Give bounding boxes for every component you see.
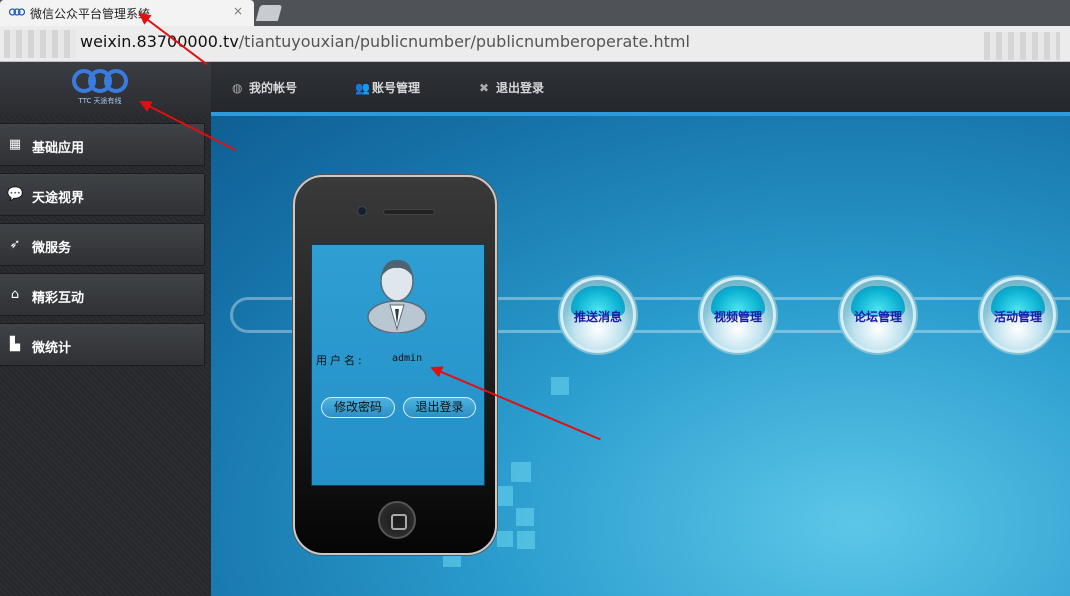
module-push-message[interactable]: 推送消息 [560,277,636,353]
tab-close-icon[interactable]: × [233,4,243,18]
module-label: 推送消息 [573,310,622,324]
decorative-square [511,462,531,482]
decorative-square [443,553,461,567]
nav-label: 退出登录 [496,81,545,95]
sidebar-item-label: 微统计 [32,341,72,356]
blurred-nav-buttons [4,30,76,58]
url-text[interactable]: weixin.83700000.tv/tiantuyouxian/publicn… [80,32,690,51]
sidebar-item-statistics[interactable]: ▙ 微统计 [0,323,205,366]
chat-bubbles-icon: 💬 [7,187,24,202]
sidebar-item-micro-service[interactable]: ➶ 微服务 [0,223,205,266]
new-tab-button[interactable] [255,5,283,21]
module-forum-management[interactable]: 论坛管理 [840,277,916,353]
close-x-icon: ✖ [479,81,490,95]
nav-logout[interactable]: ✖ 退出登录 [479,79,544,96]
blurred-toolbar [984,32,1060,60]
username-value: admin [392,353,423,364]
users-icon: 👥 [355,81,370,95]
sidebar-item-label: 微服务 [32,241,72,256]
sidebar-item-tiantu-view[interactable]: 💬 天途视界 [0,173,205,216]
nav-my-account[interactable]: ◍ 我的帐号 [232,79,297,96]
change-password-button[interactable]: 修改密码 [321,397,395,418]
module-video-management[interactable]: 视频管理 [700,277,776,353]
url-host: weixin.83700000.tv [80,32,239,51]
phone-speaker [383,209,435,215]
globe-icon: ◍ [232,81,243,95]
logo-text: TTC 天途有线 [77,96,121,105]
module-label: 活动管理 [993,310,1042,324]
phone-home-button [378,501,416,539]
decorative-square [497,531,513,547]
grid-icon: ▦ [8,137,22,152]
module-activity-management[interactable]: 活动管理 [980,277,1056,353]
phone-camera [357,206,367,216]
decorative-square [516,508,534,526]
module-label: 论坛管理 [853,310,902,324]
url-path: /tiantuyouxian/publicnumber/publicnumber… [238,32,690,51]
nav-label: 账号管理 [372,81,421,95]
sidebar-item-interaction[interactable]: ⌂ 精彩互动 [0,273,205,316]
decorative-square [517,531,535,549]
ttc-favicon-icon [9,8,25,16]
user-avatar-icon [367,259,427,333]
sidebar-item-basic-apps[interactable]: ▦ 基础应用 [0,123,205,166]
username-label: 用户名: [316,354,365,367]
rocket-icon: ➶ [9,237,21,252]
ttc-logo: TTC 天途有线 [72,69,128,105]
bar-chart-icon: ▙ [10,337,20,352]
sidebar-item-label: 天途视界 [32,191,85,206]
decorative-square [551,377,569,395]
nav-label: 我的帐号 [249,81,298,95]
home-icon: ⌂ [10,287,20,302]
module-label: 视频管理 [713,310,762,324]
top-nav [211,62,1070,112]
sidebar-item-label: 基础应用 [32,141,85,156]
decorative-square [495,486,513,506]
tab-title: 微信公众平台管理系统 [30,7,151,21]
sidebar-item-label: 精彩互动 [32,291,85,306]
nav-account-management[interactable]: 👥 账号管理 [355,79,420,96]
phone-logout-button[interactable]: 退出登录 [403,397,476,418]
browser-tab[interactable]: 微信公众平台管理系统 × [0,0,254,26]
